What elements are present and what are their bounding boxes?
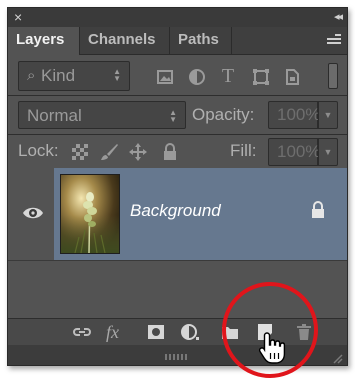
opacity-label: Opacity: <box>192 105 255 124</box>
lock-row: Lock: Fill: 100% ▼ <box>8 135 347 168</box>
adjustment-filter-icon[interactable] <box>188 68 206 86</box>
blend-row: Normal ▲ ▼ Opacity: 100% ▼ <box>8 96 347 134</box>
close-panel-icon[interactable]: × <box>14 8 22 27</box>
panel-title-bar: × ◂◂ <box>8 8 347 28</box>
fill-input[interactable]: 100% <box>268 138 320 166</box>
layer-style-icon[interactable]: fx <box>106 323 126 341</box>
lock-image-pixels-icon[interactable] <box>99 142 119 162</box>
filter-toggle-switch[interactable] <box>328 63 338 89</box>
layer-row[interactable]: Background <box>8 168 347 261</box>
fill-label: Fill: <box>230 141 257 160</box>
fill-dropdown-icon[interactable]: ▼ <box>318 138 338 166</box>
hand-pointer-cursor-icon <box>258 331 286 365</box>
layer-lock-icon <box>309 200 327 220</box>
layer-mask-icon[interactable] <box>146 323 166 341</box>
lock-transparent-pixels-icon[interactable] <box>70 142 90 162</box>
opacity-dropdown-icon[interactable]: ▼ <box>318 101 338 129</box>
select-arrows-icon: ▲ ▼ <box>169 108 177 124</box>
smart-object-filter-icon[interactable] <box>283 68 301 86</box>
opacity-input[interactable]: 100% <box>268 101 320 129</box>
tab-paths[interactable]: Paths <box>170 27 232 54</box>
pixel-filter-icon[interactable] <box>156 68 174 86</box>
blend-mode-value: Normal <box>27 106 82 125</box>
shape-filter-icon[interactable] <box>252 68 270 86</box>
filter-row: ⌕ Kind ▲ ▼ T <box>8 55 347 95</box>
filter-kind-label: Kind <box>41 66 76 85</box>
panel-tabs: Layers Channels Paths <box>8 27 347 55</box>
adjustment-layer-icon[interactable] <box>180 323 200 341</box>
lock-position-icon[interactable] <box>128 142 148 162</box>
tab-layers[interactable]: Layers <box>8 27 80 55</box>
visibility-eye-icon[interactable] <box>21 203 45 223</box>
select-arrows-icon: ▲ ▼ <box>113 67 121 83</box>
layer-thumbnail <box>60 174 120 254</box>
link-layers-icon[interactable] <box>72 323 92 341</box>
lock-label: Lock: <box>18 141 59 160</box>
layer-selection[interactable]: Background <box>54 168 347 260</box>
panel-menu-icon[interactable] <box>327 33 341 47</box>
panel-drag-grip[interactable] <box>165 347 195 360</box>
type-filter-icon[interactable]: T <box>219 66 237 86</box>
resize-handle-icon[interactable] <box>331 351 343 364</box>
filter-kind-select[interactable]: ⌕ Kind ▲ ▼ <box>18 61 130 91</box>
collapse-panel-icon[interactable]: ◂◂ <box>334 8 343 27</box>
blend-mode-select[interactable]: Normal ▲ ▼ <box>18 101 186 129</box>
layer-name[interactable]: Background <box>130 201 221 221</box>
search-icon: ⌕ <box>27 67 36 84</box>
lock-all-icon[interactable] <box>160 142 180 162</box>
tab-channels[interactable]: Channels <box>80 27 170 54</box>
